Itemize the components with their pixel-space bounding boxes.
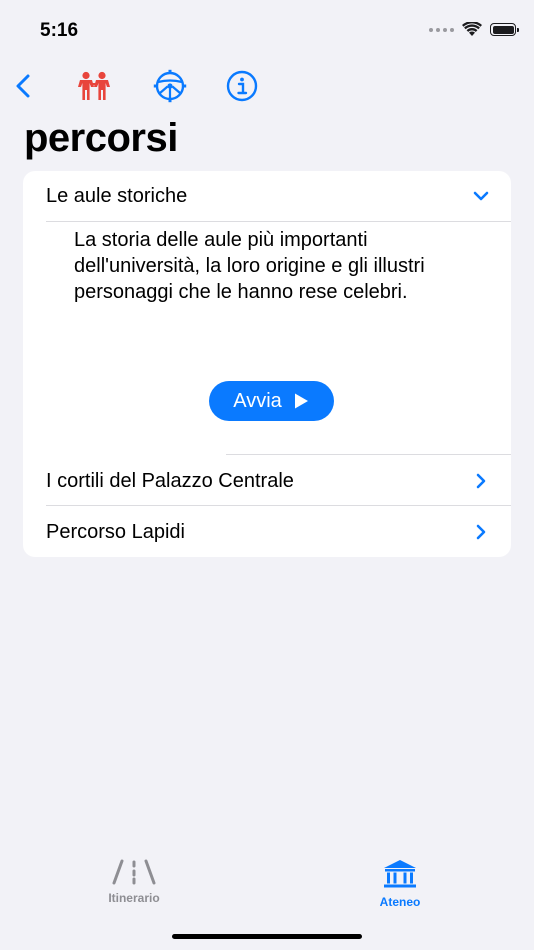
route-label: Percorso Lapidi bbox=[46, 520, 185, 543]
battery-icon bbox=[490, 23, 519, 36]
app-screen: 5:16 percorsi Le aule storiche La storia… bbox=[0, 0, 534, 950]
steering-wheel-icon bbox=[153, 69, 187, 103]
steering-button[interactable] bbox=[150, 66, 190, 106]
row-divider bbox=[46, 505, 511, 506]
status-icons bbox=[429, 22, 519, 37]
avvia-label: Avvia bbox=[233, 389, 282, 412]
back-button[interactable] bbox=[3, 66, 43, 106]
route-description: La storia delle aule più importanti dell… bbox=[74, 229, 425, 303]
chevron-down-icon[interactable] bbox=[471, 186, 491, 206]
chevron-right-icon bbox=[471, 471, 491, 491]
status-time: 5:16 bbox=[40, 20, 79, 41]
university-building-icon bbox=[384, 860, 416, 888]
tab-itinerario[interactable]: Itinerario bbox=[74, 859, 194, 905]
route-label: I cortili del Palazzo Centrale bbox=[46, 469, 294, 492]
chevron-right-icon bbox=[471, 522, 491, 542]
play-icon bbox=[294, 393, 308, 409]
navigation-bar bbox=[0, 62, 534, 108]
row-divider bbox=[46, 221, 511, 222]
route-label: Le aule storiche bbox=[46, 184, 188, 207]
people-icon bbox=[78, 71, 110, 100]
route-row-cortili[interactable]: I cortili del Palazzo Centrale bbox=[23, 456, 511, 506]
routes-list: Le aule storiche La storia delle aule pi… bbox=[23, 171, 511, 557]
tab-ateneo[interactable]: Ateneo bbox=[340, 859, 460, 909]
tab-label: Ateneo bbox=[379, 895, 421, 909]
route-row-aule-storiche[interactable]: Le aule storiche bbox=[23, 171, 511, 221]
route-row-lapidi[interactable]: Percorso Lapidi bbox=[23, 507, 511, 557]
avvia-button[interactable]: Avvia bbox=[209, 381, 334, 421]
info-button[interactable] bbox=[222, 66, 262, 106]
people-button[interactable] bbox=[74, 66, 114, 106]
road-icon bbox=[112, 859, 156, 885]
row-divider bbox=[226, 454, 511, 455]
chevron-left-icon bbox=[16, 74, 30, 98]
page-title: percorsi bbox=[24, 116, 178, 160]
home-indicator bbox=[172, 934, 362, 939]
tab-label: Itinerario bbox=[108, 891, 160, 905]
status-bar: 5:16 bbox=[0, 0, 534, 60]
wifi-icon bbox=[462, 22, 482, 36]
cellular-signal-icon bbox=[429, 27, 454, 32]
info-icon bbox=[226, 70, 258, 102]
